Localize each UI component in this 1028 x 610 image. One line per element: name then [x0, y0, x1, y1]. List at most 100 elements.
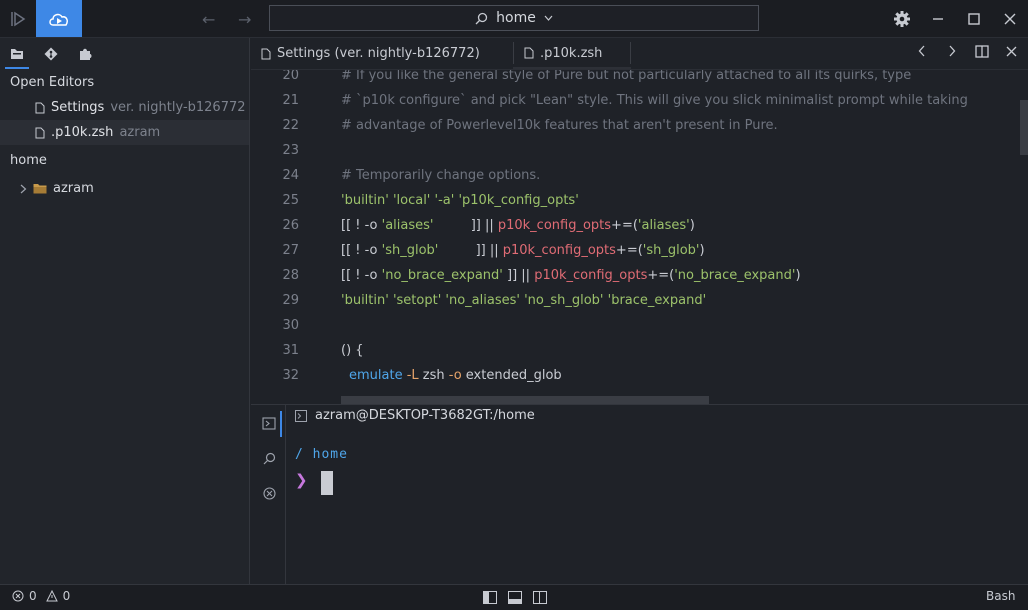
code-line: 28 [[ ! -o 'no_brace_expand' ]] || p10k_… [251, 263, 1011, 288]
line-number: 20 [282, 70, 299, 83]
terminal-title: azram@DESKTOP-T3682GT:/home [315, 408, 535, 423]
error-count: 0 [29, 589, 37, 603]
code-token: ) [795, 268, 801, 283]
toggle-secondary-sidebar-icon[interactable] [533, 591, 547, 604]
open-editor-name: .p10k.zsh [51, 125, 114, 140]
code-token: 'no_brace_expand' [674, 268, 796, 283]
file-icon [524, 47, 534, 59]
plugins-tab[interactable] [68, 38, 102, 70]
toggle-sidebar-icon[interactable] [483, 591, 497, 604]
code-token: ]] || [502, 268, 535, 283]
line-number: 22 [282, 118, 299, 133]
tab-p10k[interactable]: .p10k.zsh [513, 42, 631, 64]
code-token: zsh [418, 368, 445, 383]
code-text: [[ ! -o 'sh_glob' ]] || p10k_config_opts… [341, 238, 705, 263]
code-token: 'aliases' [637, 218, 690, 233]
split-editor-icon[interactable] [973, 45, 991, 62]
line-number: 21 [282, 93, 299, 108]
gear-icon[interactable] [891, 8, 913, 30]
status-bar: 0 0 Bash [0, 584, 1028, 610]
toggle-panel-icon[interactable] [508, 591, 522, 604]
active-tab-indicator [513, 67, 631, 69]
chevron-down-icon [544, 15, 553, 21]
code-line: 26 [[ ! -o 'aliases' ]] || p10k_config_o… [251, 213, 1011, 238]
line-number: 23 [282, 143, 299, 158]
code-text: # advantage of Powerlevel10k features th… [341, 118, 778, 133]
forward-arrow-icon[interactable]: → [238, 10, 251, 29]
cloud-run-icon[interactable] [36, 0, 82, 37]
chevron-right-icon [20, 184, 27, 193]
line-number: 24 [282, 168, 299, 183]
code-editor[interactable]: 20 # If you like the general style of Pu… [251, 70, 1028, 404]
command-search[interactable]: home [269, 5, 759, 31]
code-line: 29 'builtin' 'setopt' 'no_aliases' 'no_s… [251, 288, 1011, 313]
code-text: # `p10k configure` and pick "Lean" style… [341, 93, 968, 108]
code-token: ) [699, 243, 705, 258]
minimize-icon[interactable] [927, 8, 949, 30]
code-line: 22 # advantage of Powerlevel10k features… [251, 113, 1011, 138]
code-text: [[ ! -o 'no_brace_expand' ]] || p10k_con… [341, 263, 801, 288]
sidebar: Open Editors Settings ver. nightly-b1267… [0, 38, 250, 584]
code-line: 20 # If you like the general style of Pu… [251, 70, 1011, 88]
terminal-icon [295, 409, 307, 422]
vertical-scrollbar[interactable] [1020, 100, 1028, 155]
code-text: # Temporarily change options. [341, 168, 541, 183]
open-editor-name: Settings [51, 100, 105, 115]
workspace-header[interactable]: home [0, 148, 249, 173]
code-token: ]] || [438, 243, 503, 258]
code-text: emulate -L zsh -o extended_glob [349, 363, 562, 388]
code-token: -L [402, 368, 419, 383]
close-tab-icon[interactable] [1002, 45, 1020, 61]
code-line: 32 emulate -L zsh -o extended_glob [251, 363, 1011, 388]
sidebar-tabs [0, 38, 249, 70]
active-panel-indicator [280, 411, 282, 437]
maximize-icon[interactable] [963, 8, 985, 30]
line-number: 26 [282, 218, 299, 233]
open-editor-p10k[interactable]: .p10k.zsh azram [0, 120, 249, 145]
search-icon[interactable] [259, 448, 279, 468]
tab-next-icon[interactable] [943, 45, 961, 61]
code-token: [[ ! -o [341, 243, 382, 258]
code-token: 'no_brace_expand' [381, 268, 503, 283]
panel-sidebar [251, 405, 286, 585]
code-token: -o [444, 368, 462, 383]
language-mode[interactable]: Bash [986, 589, 1015, 603]
code-token: [[ ! -o [341, 268, 382, 283]
open-editors-header[interactable]: Open Editors [0, 70, 249, 95]
code-token: +=( [611, 218, 638, 233]
code-line: 30 [251, 313, 1011, 338]
code-text: [[ ! -o 'aliases' ]] || p10k_config_opts… [341, 213, 695, 238]
code-text: # If you like the general style of Pure … [341, 70, 912, 83]
source-control-tab[interactable] [34, 38, 68, 70]
run-icon[interactable] [0, 0, 36, 37]
tab-prev-icon[interactable] [913, 45, 931, 61]
explorer-tab[interactable] [0, 38, 34, 70]
line-number: 32 [282, 368, 299, 383]
problems-status[interactable]: 0 0 [12, 589, 70, 603]
close-icon[interactable] [999, 8, 1021, 30]
code-token: p10k_config_opts [497, 218, 612, 233]
editor-tabbar: Settings (ver. nightly-b126772) .p10k.zs… [251, 38, 1028, 70]
horizontal-scrollbar[interactable] [341, 396, 709, 404]
folder-name: azram [53, 181, 94, 196]
terminal-cursor[interactable] [321, 471, 333, 495]
code-token: [[ ! -o [341, 218, 382, 233]
open-editor-settings[interactable]: Settings ver. nightly-b126772 [0, 95, 249, 120]
back-arrow-icon[interactable]: ← [202, 10, 215, 29]
line-number: 31 [282, 343, 299, 358]
code-token: +=( [647, 268, 675, 283]
line-number: 30 [282, 318, 299, 333]
code-text: () { [341, 343, 364, 358]
code-line: 24 # Temporarily change options. [251, 163, 1011, 188]
terminal-prompt: ❯ [295, 471, 308, 489]
folder-item[interactable]: azram [0, 176, 249, 201]
title-bar: ← → home [0, 0, 1028, 38]
code-line: 23 [251, 138, 1011, 163]
terminal-tab[interactable]: azram@DESKTOP-T3682GT:/home [295, 408, 535, 423]
terminal-icon[interactable] [259, 413, 279, 433]
open-editor-sub: azram [119, 125, 161, 140]
tab-settings[interactable]: Settings (ver. nightly-b126772) [251, 38, 511, 69]
code-text: 'builtin' 'setopt' 'no_aliases' 'no_sh_g… [341, 293, 707, 308]
problems-icon[interactable] [259, 483, 279, 503]
git-icon [44, 47, 58, 61]
